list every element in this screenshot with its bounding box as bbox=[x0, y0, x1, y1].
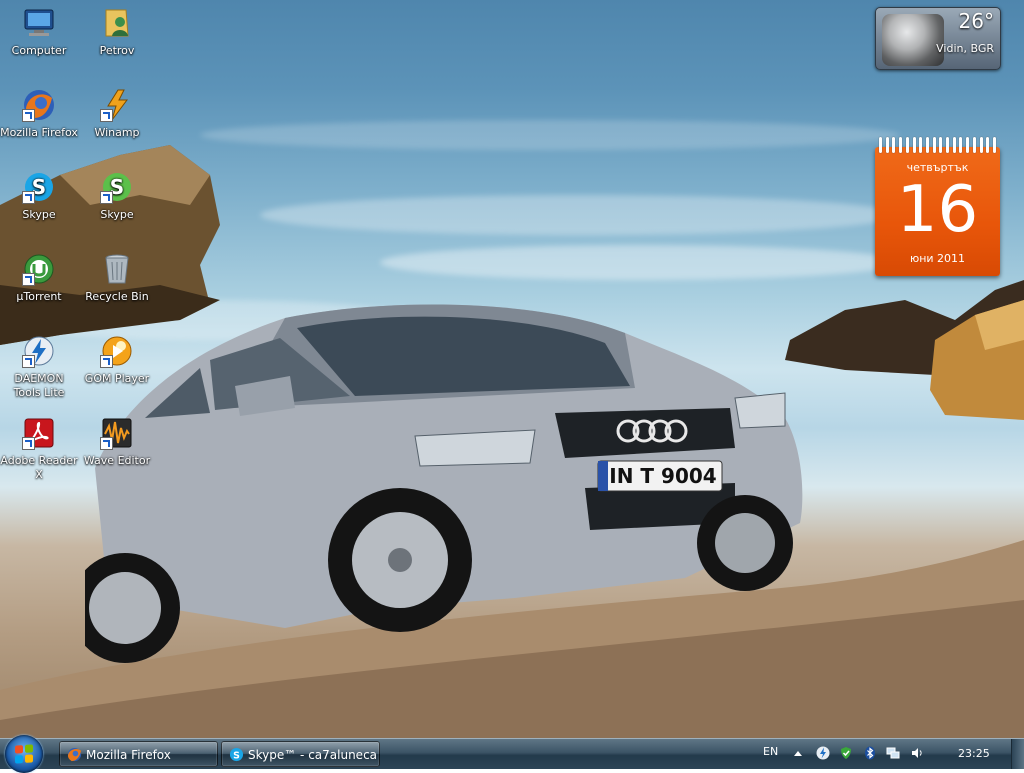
firefox-icon bbox=[22, 88, 56, 122]
taskbar-button-firefox[interactable]: Mozilla Firefox bbox=[59, 741, 218, 767]
taskbar-button-label: Skype™ - ca7aluneca bbox=[248, 748, 378, 762]
wave-editor-icon bbox=[100, 416, 134, 450]
license-plate-text: IN T 9004 bbox=[609, 464, 716, 488]
desktop-icon-petrov[interactable]: Petrov bbox=[78, 6, 156, 58]
calendar-day: 16 bbox=[896, 173, 979, 247]
user-folder-icon bbox=[100, 6, 134, 40]
desktop-icon-label: µTorrent bbox=[16, 290, 62, 303]
adobe-reader-icon bbox=[22, 416, 56, 450]
svg-text:S: S bbox=[233, 750, 240, 761]
computer-icon bbox=[22, 6, 56, 40]
bluetooth-icon[interactable] bbox=[863, 746, 877, 760]
desktop-icon-label: DAEMON Tools Lite bbox=[13, 372, 65, 399]
taskbar: Mozilla Firefox S Skype™ - ca7aluneca EN… bbox=[0, 735, 1024, 773]
desktop-icon-label: Recycle Bin bbox=[85, 290, 149, 303]
desktop-icon-label: Winamp bbox=[94, 126, 140, 139]
desktop-icon-daemon-tools[interactable]: DAEMON Tools Lite bbox=[0, 334, 78, 400]
desktop-icon-label: Skype bbox=[22, 208, 56, 221]
desktop-icon-utorrent[interactable]: µTorrent bbox=[0, 252, 78, 304]
desktop-icon-label: GOM Player bbox=[84, 372, 150, 385]
weather-condition-icon bbox=[882, 14, 944, 66]
right-rock bbox=[785, 280, 1024, 420]
desktop-icon-adobe-reader[interactable]: Adobe Reader X bbox=[0, 416, 78, 482]
desktop-icon-label: Skype bbox=[100, 208, 134, 221]
skype-icon: S bbox=[229, 747, 244, 761]
desktop-icon-skype-2[interactable]: S Skype bbox=[78, 170, 156, 222]
calendar-month-year: юни 2011 bbox=[909, 252, 966, 265]
start-button[interactable] bbox=[5, 735, 43, 773]
skype-icon: S bbox=[22, 170, 56, 204]
desktop-icon-winamp[interactable]: Winamp bbox=[78, 88, 156, 140]
desktop-icon-computer[interactable]: Computer bbox=[0, 6, 78, 58]
taskbar-clock[interactable]: 23:25 bbox=[958, 747, 990, 760]
volume-icon[interactable] bbox=[910, 746, 924, 760]
system-tray: EN 23:25 bbox=[752, 739, 1024, 769]
windows-logo-icon bbox=[15, 744, 33, 764]
desktop-icon-label: Adobe Reader X bbox=[0, 454, 78, 481]
firefox-icon bbox=[67, 747, 82, 762]
desktop-icon-label: Computer bbox=[11, 44, 67, 57]
language-indicator[interactable]: EN bbox=[763, 745, 778, 758]
desktop-icon-firefox[interactable]: Mozilla Firefox bbox=[0, 88, 78, 140]
desktop-icon-recycle-bin[interactable]: Recycle Bin bbox=[78, 252, 156, 304]
calendar-binding-rings bbox=[879, 137, 996, 153]
desktop-icon-label: Mozilla Firefox bbox=[0, 126, 78, 139]
taskbar-button-label: Mozilla Firefox bbox=[86, 748, 171, 762]
taskbar-button-skype[interactable]: S Skype™ - ca7aluneca bbox=[221, 741, 380, 767]
desktop-icon-wave-editor[interactable]: Wave Editor bbox=[78, 416, 156, 468]
desktop-icon-skype-1[interactable]: S Skype bbox=[0, 170, 78, 222]
network-icon[interactable] bbox=[886, 746, 900, 760]
security-shield-icon[interactable] bbox=[839, 746, 853, 760]
recycle-bin-icon bbox=[100, 252, 134, 286]
gom-player-icon bbox=[100, 334, 134, 368]
daemon-tools-tray-icon[interactable] bbox=[816, 746, 830, 760]
desktop-icon-gom-player[interactable]: GOM Player bbox=[78, 334, 156, 386]
weather-temperature: 26° bbox=[958, 9, 994, 33]
show-desktop-button[interactable] bbox=[1011, 739, 1024, 769]
utorrent-icon bbox=[22, 252, 56, 286]
skype-green-icon: S bbox=[100, 170, 134, 204]
desktop-icon-label: Wave Editor bbox=[83, 454, 151, 467]
weather-gadget[interactable]: 26° Vidin, BGR bbox=[875, 7, 1001, 70]
daemon-tools-icon bbox=[22, 334, 56, 368]
calendar-gadget[interactable]: четвъртък 16 юни 2011 bbox=[875, 137, 1000, 276]
desktop-icon-label: Petrov bbox=[99, 44, 135, 57]
show-hidden-icons-icon[interactable] bbox=[794, 751, 802, 756]
winamp-icon bbox=[100, 88, 134, 122]
car-image: IN T 9004 bbox=[85, 304, 803, 663]
weather-location: Vidin, BGR bbox=[936, 42, 994, 55]
